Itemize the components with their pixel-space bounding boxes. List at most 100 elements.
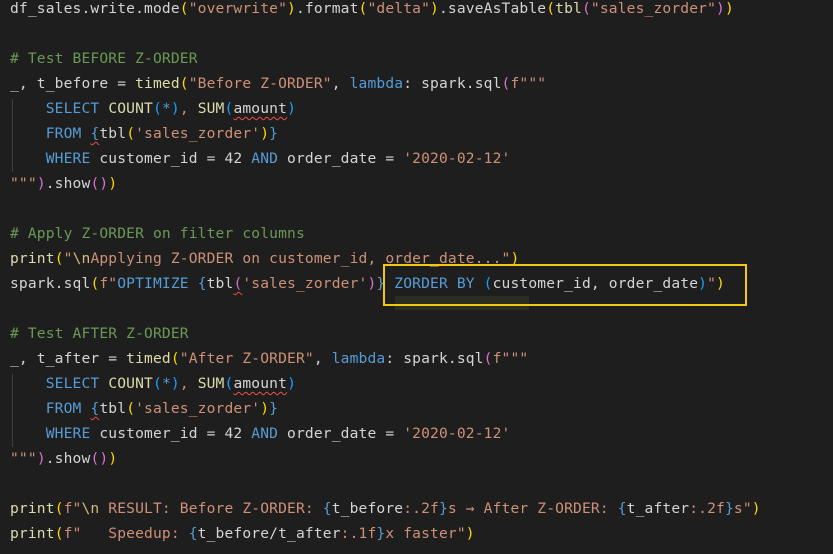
code-token: _, t_after = (10, 350, 127, 367)
code-token: ( (483, 350, 493, 367)
code-token: AND (251, 150, 288, 167)
code-token: lambda (331, 350, 386, 367)
code-token: spark.sql (10, 275, 91, 292)
code-line[interactable]: _, t_after = timed("After Z-ORDER", lamb… (10, 346, 761, 371)
code-token: 'sales_zorder' (135, 125, 261, 142)
code-token: amount (233, 100, 288, 117)
code-token: ZORDER BY (394, 275, 484, 292)
code-token: ) (287, 0, 296, 17)
code-token: ) (465, 525, 475, 542)
code-token: () (90, 175, 109, 192)
code-token: " (707, 275, 717, 292)
code-line[interactable]: WHERE customer_id = 42 AND order_date = … (10, 146, 761, 171)
code-token: # Apply Z-ORDER on filter columns (10, 225, 305, 242)
code-token: x faster" (385, 525, 466, 542)
code-line[interactable]: # Apply Z-ORDER on filter columns (10, 221, 761, 246)
code-line[interactable]: # Test AFTER Z-ORDER (10, 321, 761, 346)
code-line[interactable]: """).show()) (10, 446, 761, 471)
code-token: ( (153, 375, 162, 392)
code-token: .saveAsTable (438, 0, 547, 17)
code-token: FROM (45, 125, 91, 142)
code-line[interactable]: print(f" Speedup: {t_before/t_after:.1f}… (10, 521, 761, 546)
code-content[interactable]: df_sales.write.mode("overwrite").format(… (10, 0, 761, 546)
code-token: } (438, 500, 448, 517)
code-line[interactable]: SELECT COUNT(*), SUM(amount) (10, 96, 761, 121)
code-line[interactable] (10, 21, 761, 46)
code-token: """ (10, 175, 37, 192)
code-token: } (724, 500, 734, 517)
code-token: '2020-02-12' (403, 425, 511, 442)
code-token: f" Speedup: (63, 525, 189, 542)
code-token: * (161, 375, 171, 392)
code-token: customer_id, order_date (492, 275, 699, 292)
code-token: ) (260, 125, 270, 142)
code-token: 'sales_zorder' (135, 400, 261, 417)
code-token: ( (179, 0, 189, 17)
code-line[interactable]: WHERE customer_id = 42 AND order_date = … (10, 421, 761, 446)
code-token: , (179, 100, 198, 117)
code-token: ( (170, 350, 180, 367)
code-line[interactable] (10, 471, 761, 496)
code-token: ) (716, 275, 725, 292)
code-token: \n (72, 250, 91, 267)
code-token: ( (54, 250, 64, 267)
code-token: print (10, 500, 55, 517)
code-line[interactable] (10, 296, 761, 321)
code-line[interactable]: _, t_before = timed("Before Z-ORDER", la… (10, 71, 761, 96)
code-token: print (10, 525, 55, 542)
code-token: ) (36, 450, 46, 467)
code-token: .show (45, 175, 91, 192)
code-token: tbl (99, 125, 127, 142)
code-token: " (63, 250, 73, 267)
code-token: '2020-02-12' (403, 150, 511, 167)
code-token: # Test AFTER Z-ORDER (10, 325, 189, 342)
code-line[interactable]: df_sales.write.mode("overwrite").format(… (10, 0, 761, 21)
code-token: ( (126, 125, 136, 142)
code-token: # Test BEFORE Z-ORDER (10, 50, 198, 67)
code-token: ) (287, 375, 296, 392)
code-token: ( (126, 400, 136, 417)
code-token: f" (63, 500, 82, 517)
code-line[interactable]: SELECT COUNT(*), SUM(amount) (10, 371, 761, 396)
code-token: FROM (45, 400, 91, 417)
code-token: , (313, 350, 332, 367)
code-editor[interactable]: df_sales.write.mode("overwrite").format(… (0, 0, 833, 554)
code-token: COUNT (108, 100, 153, 117)
code-token: , (331, 75, 350, 92)
code-token: amount (233, 375, 288, 392)
code-line[interactable]: print(f"\n RESULT: Before Z-ORDER: {t_be… (10, 496, 761, 521)
code-token: f" (99, 275, 118, 292)
code-token: WHERE (45, 150, 100, 167)
code-token: timed (135, 75, 180, 92)
code-line[interactable]: FROM {tbl('sales_zorder')} (10, 121, 761, 146)
code-token: """ (10, 450, 37, 467)
code-token: "Before Z-ORDER" (188, 75, 332, 92)
code-token: RESULT: Before Z-ORDER: (99, 500, 323, 517)
code-line[interactable] (10, 196, 761, 221)
code-line[interactable]: # Test BEFORE Z-ORDER (10, 46, 761, 71)
code-token: OPTIMIZE (117, 275, 198, 292)
code-token: ) (716, 0, 725, 17)
code-token: ( (581, 0, 591, 17)
code-line[interactable]: """).show()) (10, 171, 761, 196)
code-token: :.1f (340, 525, 377, 542)
code-line[interactable]: print("\nApplying Z-ORDER on customer_id… (10, 246, 761, 271)
code-token: tbl (555, 0, 582, 17)
code-token: { (322, 500, 332, 517)
code-token: tbl (206, 275, 234, 292)
code-token: ) (108, 450, 118, 467)
code-line[interactable]: spark.sql(f"OPTIMIZE {tbl('sales_zorder'… (10, 271, 761, 296)
code-line[interactable]: FROM {tbl('sales_zorder')} (10, 396, 761, 421)
code-token: ) (287, 100, 296, 117)
code-token: customer_id = 42 (99, 425, 252, 442)
code-token: f""" (492, 350, 529, 367)
indent-guide (12, 99, 13, 172)
code-token: : spark.sql (403, 75, 502, 92)
code-token: : spark.sql (385, 350, 484, 367)
code-token: ( (546, 0, 556, 17)
